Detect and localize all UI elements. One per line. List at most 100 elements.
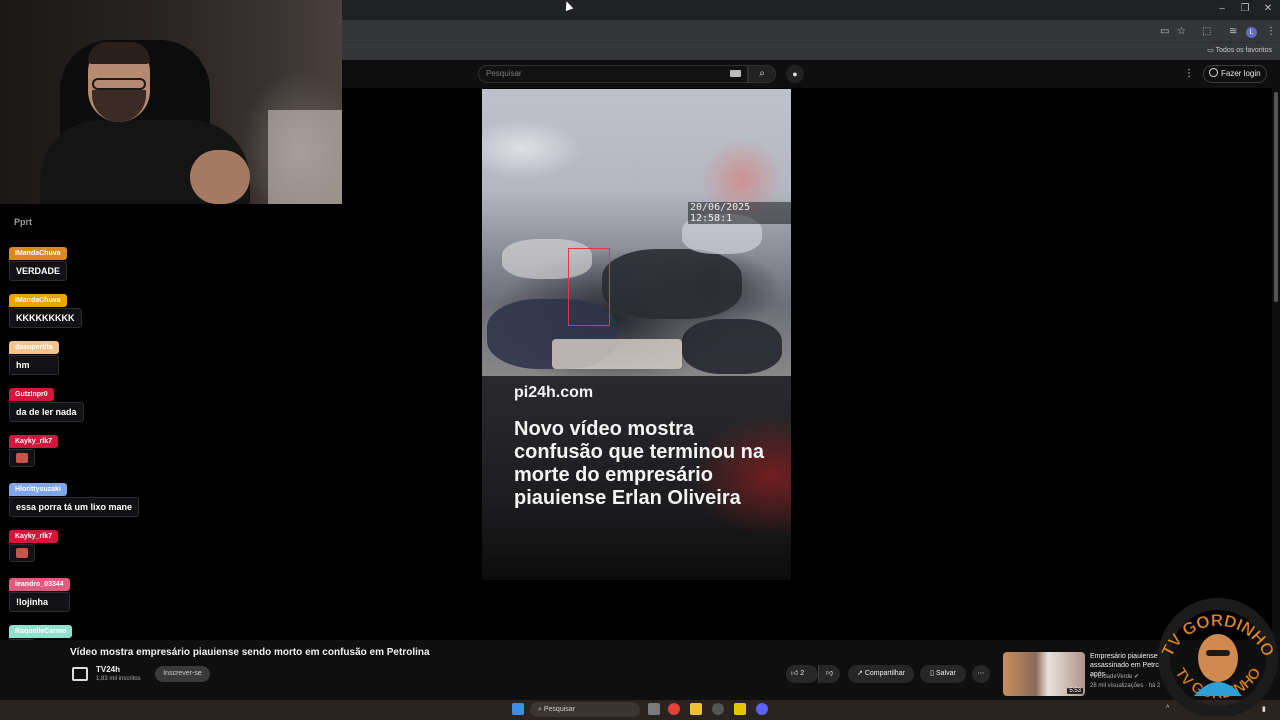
browser-menu-icon[interactable]: ⋮ bbox=[1266, 26, 1276, 37]
chat-username[interactable]: dasupertifa bbox=[9, 341, 59, 354]
all-bookmarks-label: Todos os favoritos bbox=[1215, 47, 1272, 54]
chat-username[interactable]: RaquelleCarmo bbox=[9, 625, 73, 638]
close-window-button[interactable]: ✕ bbox=[1258, 3, 1278, 14]
recommendation-thumbnail[interactable]: 5:53 bbox=[1003, 652, 1085, 696]
video-frame[interactable]: 20/06/2025 12:58:1 pi24h.com Novo vídeo … bbox=[482, 89, 791, 580]
windows-taskbar bbox=[0, 700, 1280, 720]
user-icon bbox=[1209, 68, 1218, 77]
share-icon: ↗ bbox=[857, 670, 865, 677]
bookmark-star-icon[interactable]: ☆ bbox=[1177, 26, 1186, 37]
streamer-hair bbox=[88, 42, 150, 64]
chat-username[interactable]: GutzInpr0 bbox=[9, 388, 54, 401]
chat-message: Kayky_rlk7 bbox=[9, 525, 58, 562]
chat-message: leandro_03344 !lojinha bbox=[9, 573, 70, 612]
chat-message: IMandaChuva KKKKKKKKK bbox=[9, 289, 82, 328]
news-brand: pi24h.com bbox=[514, 384, 594, 401]
taskbar-search[interactable]: ⌕ Pesquisar bbox=[530, 702, 640, 717]
chat-emote-icon bbox=[9, 544, 35, 562]
subscribe-button[interactable]: Inscrever-se bbox=[155, 666, 210, 682]
cctv-footage: 20/06/2025 12:58:1 bbox=[482, 89, 791, 376]
recommendation-channel: TVCidadeVerde ✔ bbox=[1090, 673, 1139, 680]
login-label: Fazer login bbox=[1221, 69, 1261, 78]
more-horizontal-icon: ⋯ bbox=[977, 670, 985, 677]
chat-username[interactable]: IMandaChuva bbox=[9, 247, 67, 260]
chat-text: KKKKKKKKK bbox=[9, 308, 82, 328]
like-button[interactable]: 👍︎ 2 bbox=[786, 665, 818, 683]
profile-avatar[interactable]: L bbox=[1246, 27, 1257, 38]
cast-icon[interactable]: ▭ bbox=[1160, 26, 1169, 37]
settings-gear-icon[interactable] bbox=[712, 703, 724, 715]
thumbs-up-icon: 👍︎ bbox=[791, 670, 801, 677]
settings-menu-icon[interactable]: ⋮ bbox=[1184, 68, 1194, 79]
chat-message: Hlorittysuzaki essa porra tá um lixo mane bbox=[9, 478, 140, 517]
maximize-button[interactable]: ❐ bbox=[1235, 3, 1255, 14]
chat-text: da de ler nada bbox=[9, 402, 84, 422]
chat-username[interactable]: Hlorittysuzaki bbox=[9, 483, 67, 496]
chat-username[interactable]: IMandaChuva bbox=[9, 294, 67, 307]
chat-username[interactable]: leandro_03344 bbox=[9, 578, 70, 591]
recommendation-channel-label: TVCidadeVerde bbox=[1090, 674, 1133, 680]
like-count: 2 bbox=[800, 670, 805, 677]
car-shape bbox=[602, 249, 742, 319]
search-button[interactable]: ⌕ bbox=[748, 65, 776, 83]
logo-mascot-glasses bbox=[1206, 650, 1230, 656]
chat-text: hm bbox=[9, 355, 59, 375]
chat-text: essa porra tá um lixo mane bbox=[9, 497, 140, 517]
scrollbar-thumb[interactable] bbox=[1274, 92, 1278, 302]
share-label: Compartilhar bbox=[864, 670, 905, 677]
fence-shape bbox=[552, 339, 682, 369]
streamer-webcam bbox=[0, 0, 342, 204]
chat-message: Kayky_rlk7 bbox=[9, 430, 58, 467]
chat-message: GutzInpr0 da de ler nada bbox=[9, 383, 84, 422]
dislike-button[interactable]: 👎︎ bbox=[818, 665, 840, 683]
chat-username[interactable]: Kayky_rlk7 bbox=[9, 530, 58, 543]
chat-partial-message: Pprt bbox=[14, 217, 32, 227]
translate-icon[interactable]: ≋ bbox=[1229, 26, 1237, 37]
crowd-shape bbox=[682, 319, 782, 374]
task-view-icon[interactable] bbox=[648, 703, 660, 715]
file-explorer-icon[interactable] bbox=[690, 703, 702, 715]
video-title: Vídeo mostra empresário piauiense sendo … bbox=[70, 647, 430, 658]
share-button[interactable]: ↗ Compartilhar bbox=[848, 665, 914, 683]
verified-icon: ✔ bbox=[1134, 674, 1140, 680]
app-icon[interactable] bbox=[734, 703, 746, 715]
channel-subscribers: 1,83 mil inscritos bbox=[96, 676, 141, 682]
chat-text: VERDADE bbox=[9, 261, 68, 281]
streamer-glasses bbox=[92, 78, 146, 90]
chat-username[interactable]: Kayky_rlk7 bbox=[9, 435, 58, 448]
search-placeholder: Pesquisar bbox=[486, 69, 522, 78]
chrome-icon[interactable] bbox=[668, 703, 680, 715]
search-icon: ⌕ bbox=[759, 68, 765, 79]
highlight-box bbox=[568, 248, 610, 326]
tv-gordinho-logo: TV GORDINHO TV GORDINHO bbox=[1158, 598, 1278, 716]
background-shelf bbox=[268, 110, 342, 204]
discord-icon[interactable] bbox=[756, 703, 768, 715]
voice-search-button[interactable]: ● bbox=[786, 65, 804, 83]
more-actions-button[interactable]: ⋯ bbox=[972, 665, 990, 683]
thumbs-down-icon: 👎︎ bbox=[825, 670, 834, 677]
save-label: Salvar bbox=[935, 670, 956, 677]
save-button[interactable]: ▯ Salvar bbox=[920, 665, 966, 683]
extensions-icon[interactable]: ⬚ bbox=[1202, 26, 1211, 37]
channel-name[interactable]: TV24h bbox=[96, 665, 120, 674]
screen: – ❐ ✕ ▭ ☆ ⬚ ≋ L ⋮ ▭ Todos os favoritos P… bbox=[0, 0, 1280, 720]
folder-icon: ▭ bbox=[1207, 47, 1216, 54]
streamer-hand bbox=[190, 150, 250, 204]
windows-start-icon[interactable] bbox=[512, 703, 524, 715]
login-button[interactable]: Fazer login bbox=[1203, 65, 1267, 83]
microphone-icon: ● bbox=[792, 69, 798, 79]
news-headline: Novo vídeo mostra confusão que terminou … bbox=[514, 418, 765, 509]
minimize-button[interactable]: – bbox=[1212, 3, 1232, 14]
channel-avatar-icon[interactable] bbox=[72, 667, 88, 681]
news-overlay: pi24h.com Novo vídeo mostra confusão que… bbox=[482, 376, 791, 580]
all-bookmarks-link[interactable]: ▭ Todos os favoritos bbox=[1207, 46, 1272, 54]
chat-message: IMandaChuva VERDADE bbox=[9, 242, 68, 281]
recommendation-duration: 5:53 bbox=[1067, 688, 1083, 694]
recommendation-meta: 28 mil visualizações · há 2 bbox=[1090, 683, 1161, 689]
keyboard-icon[interactable] bbox=[730, 70, 741, 77]
chat-message: dasupertifa hm bbox=[9, 336, 59, 375]
taskbar-search-label: Pesquisar bbox=[543, 706, 576, 713]
chat-text: !lojinha bbox=[9, 592, 70, 612]
cctv-timestamp: 20/06/2025 12:58:1 bbox=[688, 202, 791, 224]
chat-emote-icon bbox=[9, 449, 35, 467]
